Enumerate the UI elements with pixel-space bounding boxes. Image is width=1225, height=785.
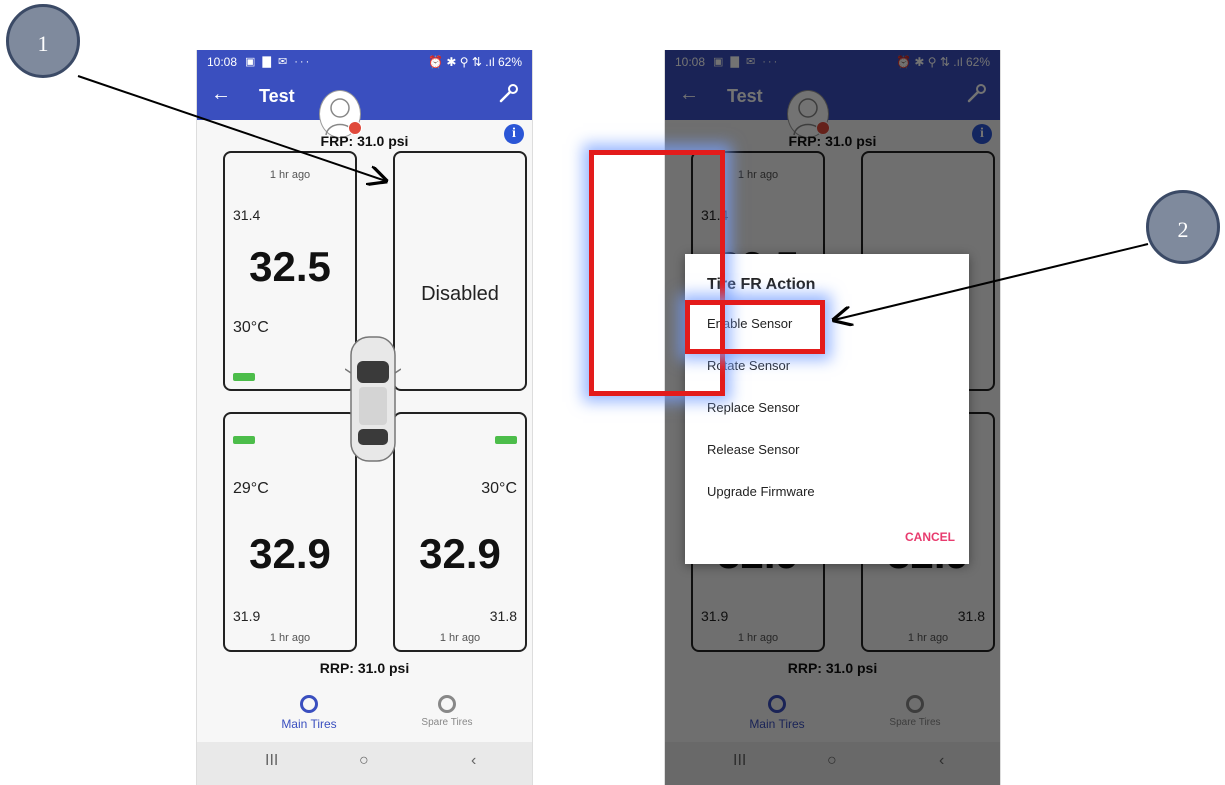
annotation-arrows xyxy=(77,75,1149,785)
arrow-to-disabled-tire xyxy=(77,75,386,181)
arrow-to-enable-sensor xyxy=(834,243,1149,320)
